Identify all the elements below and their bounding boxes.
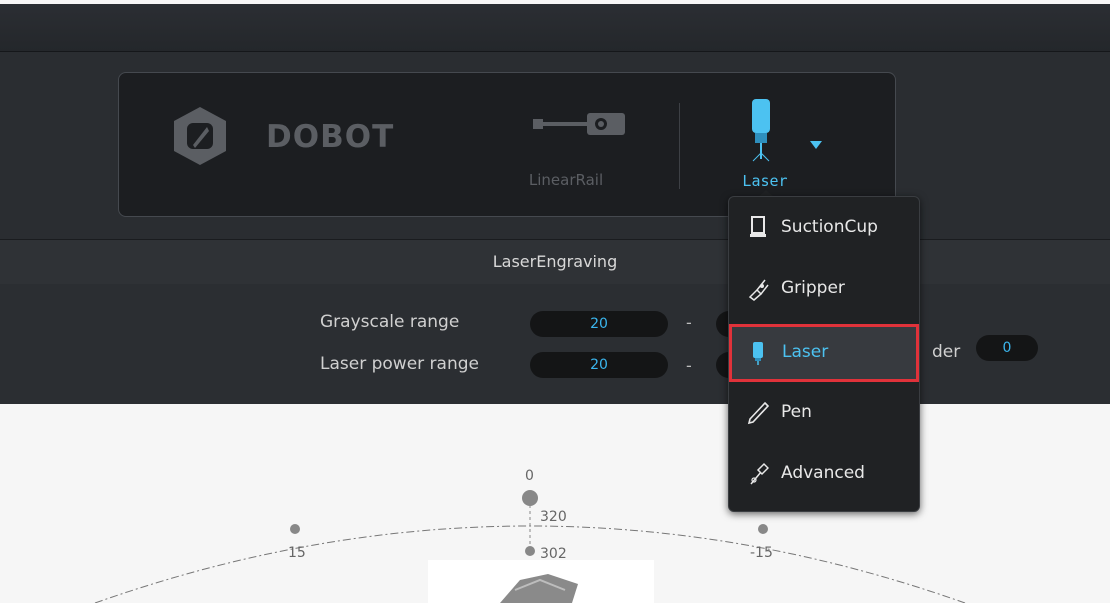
tick-label-right: -15 [750, 545, 773, 561]
advanced-icon [750, 462, 769, 485]
menu-item-laser[interactable]: Laser [729, 324, 919, 382]
title-bar [0, 0, 1110, 52]
menu-item-suctioncup[interactable]: SuctionCup [735, 205, 913, 251]
current-tool-label[interactable]: Laser [725, 172, 805, 190]
menu-item-label: Pen [781, 402, 812, 422]
power-min-input[interactable]: 20 [530, 352, 668, 378]
menu-item-pen[interactable]: Pen [735, 390, 913, 436]
tick-label-left: 15 [288, 545, 306, 561]
laser-tool-icon[interactable] [746, 97, 776, 167]
menu-item-label: Laser [782, 342, 829, 362]
right-limit-point [758, 524, 768, 534]
gripper-icon [748, 279, 769, 301]
linear-rail-icon[interactable] [531, 109, 631, 139]
section-header: LaserEngraving [0, 240, 1110, 285]
suction-cup-icon [750, 216, 766, 237]
left-limit-point [290, 524, 300, 534]
device-bar: DOBOT LinearRail Laser [0, 52, 1110, 240]
grayscale-range-label: Grayscale range [320, 312, 460, 332]
pen-icon [747, 401, 769, 425]
grayscale-dash: - [686, 313, 692, 332]
inner-radius-point [525, 546, 535, 556]
menu-item-gripper[interactable]: Gripper [735, 266, 913, 312]
order-label: der [932, 342, 961, 362]
workspace-view[interactable]: 0 15 -15 320 302 [0, 404, 1110, 603]
menu-item-label: Advanced [781, 463, 865, 483]
menu-item-label: Gripper [781, 278, 845, 298]
linear-rail-label[interactable]: LinearRail [511, 171, 621, 189]
origin-point [522, 490, 538, 506]
tool-dropdown-menu: SuctionCup Gripper Laser Pen Advanced [728, 196, 920, 512]
menu-item-advanced[interactable]: Advanced [735, 451, 913, 497]
section-title: LaserEngraving [492, 252, 618, 271]
settings-panel: Grayscale range 20 - Laser power range 2… [0, 284, 1110, 404]
dobot-logo-icon [174, 107, 226, 165]
laser-icon [753, 342, 763, 365]
tool-dropdown-arrow-icon[interactable] [809, 140, 823, 150]
tick-label-outer-radius: 320 [540, 509, 567, 525]
order-input[interactable]: 0 [976, 335, 1038, 361]
power-dash: - [686, 356, 692, 375]
menu-item-label: SuctionCup [781, 217, 878, 237]
workspace-canvas[interactable]: 0 15 -15 320 302 [0, 404, 1110, 603]
logo-text: DOBOT [266, 119, 395, 155]
laser-power-range-label: Laser power range [320, 354, 479, 374]
device-divider [679, 103, 680, 189]
tick-label-inner-radius: 302 [540, 546, 567, 562]
tick-label-top: 0 [525, 468, 534, 484]
grayscale-min-input[interactable]: 20 [530, 311, 668, 337]
